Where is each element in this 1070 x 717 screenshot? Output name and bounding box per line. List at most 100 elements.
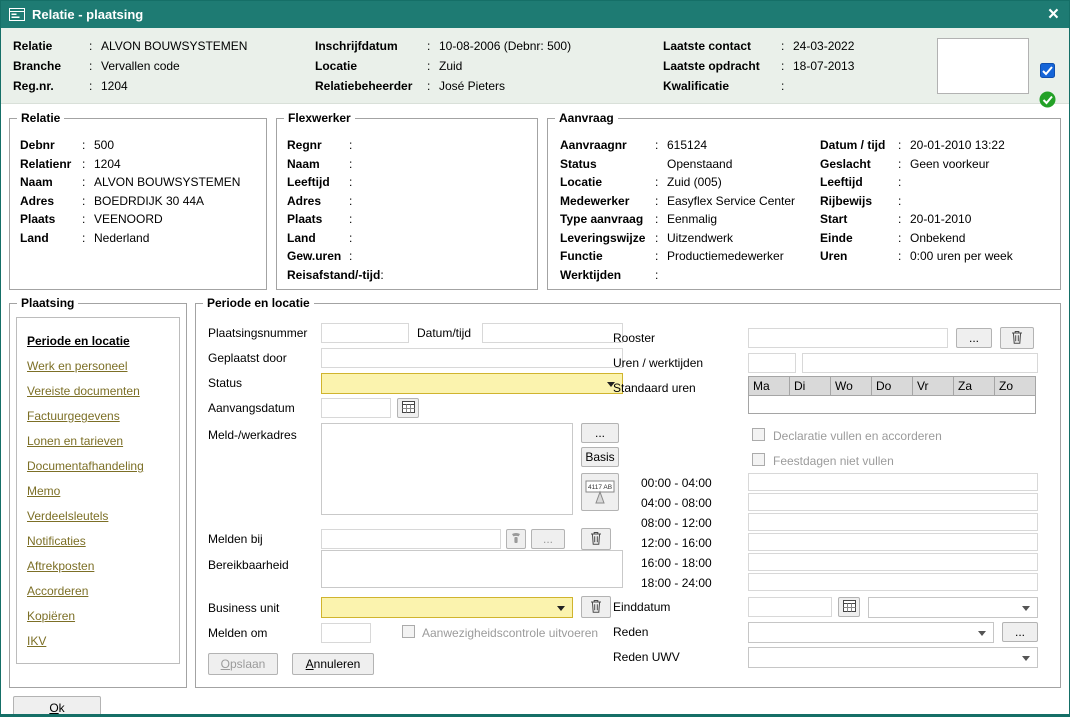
melden-bij-trash-button[interactable] <box>581 528 611 550</box>
aanvraag-info-row: Datum / tijd:20-01-2010 13:22 <box>820 136 1052 155</box>
timeslot-input-4[interactable] <box>748 533 1038 551</box>
nav-accorderen[interactable]: Accorderen <box>27 579 179 604</box>
info-value: BOEDRDIJK 30 44A <box>94 192 204 211</box>
aanwezigheidscontrole-checkbox[interactable] <box>402 625 415 638</box>
melden-om-input[interactable] <box>321 623 371 643</box>
info-value: 18-07-2013 <box>793 56 854 76</box>
nav-ikv[interactable]: IKV <box>27 629 179 654</box>
info-value: Nederland <box>94 229 149 248</box>
relatie-info-row: Relatienr:1204 <box>20 155 260 174</box>
info-sep: : <box>898 155 908 174</box>
footer: Ok <box>1 688 1069 717</box>
business-unit-select[interactable] <box>321 597 573 618</box>
datumtijd-input[interactable] <box>482 323 623 343</box>
melden-bij-label: Melden bij <box>208 532 263 547</box>
geplaatst-door-input[interactable] <box>321 348 623 368</box>
green-check-icon[interactable] <box>1039 91 1056 111</box>
timeslot-input-1[interactable] <box>748 473 1038 491</box>
uren-input[interactable] <box>748 353 796 373</box>
einddatum-calendar-button[interactable] <box>838 597 860 617</box>
plaatsingsnummer-input[interactable] <box>321 323 409 343</box>
einddatum-input[interactable] <box>748 597 832 617</box>
rooster-dots-button[interactable]: ... <box>956 328 992 348</box>
annuleren-button[interactable]: Annuleren <box>292 653 374 675</box>
geplaatst-door-label: Geplaatst door <box>208 351 287 366</box>
postcode-map-button[interactable]: 4117 AB <box>581 473 619 511</box>
close-button[interactable]: × <box>1048 5 1059 24</box>
info-value: 20-01-2010 13:22 <box>910 136 1005 155</box>
declaratie-checkbox[interactable] <box>752 428 765 441</box>
blue-check-icon[interactable] <box>1040 63 1055 81</box>
melden-bij-phone-button[interactable] <box>506 529 526 549</box>
titlebar: Relatie - plaatsing × <box>1 1 1069 28</box>
opslaan-button[interactable]: Opslaan <box>208 653 278 675</box>
flexwerker-info-row: Adres: <box>287 192 531 211</box>
reden-select[interactable] <box>748 622 994 643</box>
info-sep: : <box>349 136 359 155</box>
nav-lonen-en-tarieven[interactable]: Lonen en tarieven <box>27 429 179 454</box>
info-label: Start <box>820 210 898 229</box>
info-label: Reisafstand/-tijd <box>287 266 380 285</box>
info-sep: : <box>349 192 359 211</box>
flexwerker-info-row: Naam: <box>287 155 531 174</box>
status-select[interactable] <box>321 373 623 394</box>
info-sep: : <box>82 173 92 192</box>
rooster-input[interactable] <box>748 328 948 348</box>
nav-documentafhandeling[interactable]: Documentafhandeling <box>27 454 179 479</box>
nav-memo[interactable]: Memo <box>27 479 179 504</box>
reden-dots-button[interactable]: ... <box>1002 622 1038 642</box>
meldwerkadres-textarea[interactable] <box>321 423 573 515</box>
feestdagen-checkbox[interactable] <box>752 453 765 466</box>
header-row: Locatie:Zuid <box>315 56 663 76</box>
day-col-ma: Ma <box>749 377 790 396</box>
nav-werk-en-personeel[interactable]: Werk en personeel <box>27 354 179 379</box>
info-label: Relatie <box>13 36 89 56</box>
einddatum-label: Einddatum <box>613 600 670 615</box>
reden-uwv-select[interactable] <box>748 647 1038 668</box>
info-sep: : <box>82 136 92 155</box>
dots-label: ... <box>595 426 605 440</box>
header-col-relatie: Relatie:ALVON BOUWSYSTEMEN Branche:Verva… <box>13 36 315 99</box>
info-value: Productiemedewerker <box>667 247 784 266</box>
info-label: Locatie <box>560 173 655 192</box>
day-col-wo: Wo <box>831 377 872 396</box>
standaard-uren-table[interactable]: Ma Di Wo Do Vr Za Zo <box>748 376 1036 414</box>
nav-verdeelsleutels[interactable]: Verdeelsleutels <box>27 504 179 529</box>
trash-icon <box>590 599 602 616</box>
header-row: Relatiebeheerder:José Pieters <box>315 76 663 96</box>
timeslot-input-3[interactable] <box>748 513 1038 531</box>
periode-panel-title: Periode en locatie <box>203 296 314 310</box>
info-label: Uren <box>820 247 898 266</box>
nav-vereiste-documenten[interactable]: Vereiste documenten <box>27 379 179 404</box>
flexwerker-info-row: Reisafstand/-tijd: <box>287 266 531 285</box>
werktijden-input[interactable] <box>802 353 1038 373</box>
aanvangsdatum-calendar-button[interactable] <box>397 398 419 418</box>
ok-button[interactable]: Ok <box>13 696 101 717</box>
melden-bij-input[interactable] <box>321 529 501 549</box>
melden-bij-dots-button[interactable]: ... <box>531 529 565 549</box>
business-unit-trash-button[interactable] <box>581 596 611 618</box>
nav-factuurgegevens[interactable]: Factuurgegevens <box>27 404 179 429</box>
timeslot-input-2[interactable] <box>748 493 1038 511</box>
timeslot-input-5[interactable] <box>748 553 1038 571</box>
nav-notificaties[interactable]: Notificaties <box>27 529 179 554</box>
nav-periode-en-locatie[interactable]: Periode en locatie <box>27 329 179 354</box>
info-value: Vervallen code <box>101 56 180 76</box>
info-label: Leeftijd <box>820 173 898 192</box>
info-sep: : <box>655 192 665 211</box>
standaard-uren-empty-row[interactable] <box>749 396 1036 414</box>
trash-icon <box>1011 330 1023 347</box>
aanvangsdatum-input[interactable] <box>321 398 391 418</box>
aanwezigheidscontrole-label: Aanwezigheidscontrole uitvoeren <box>422 626 598 641</box>
rooster-trash-button[interactable] <box>1000 327 1034 349</box>
info-label: Geslacht <box>820 155 898 174</box>
einddatum-select[interactable] <box>868 597 1038 618</box>
meldwerkadres-dots-button[interactable]: ... <box>581 423 619 443</box>
datumtijd-label: Datum/tijd <box>417 326 471 341</box>
basis-button[interactable]: Basis <box>581 447 619 467</box>
timeslot-input-6[interactable] <box>748 573 1038 591</box>
relatie-info-row: Naam:ALVON BOUWSYSTEMEN <box>20 173 260 192</box>
nav-aftrekposten[interactable]: Aftrekposten <box>27 554 179 579</box>
bereikbaarheid-textarea[interactable] <box>321 550 623 588</box>
nav-kopieren[interactable]: Kopiëren <box>27 604 179 629</box>
